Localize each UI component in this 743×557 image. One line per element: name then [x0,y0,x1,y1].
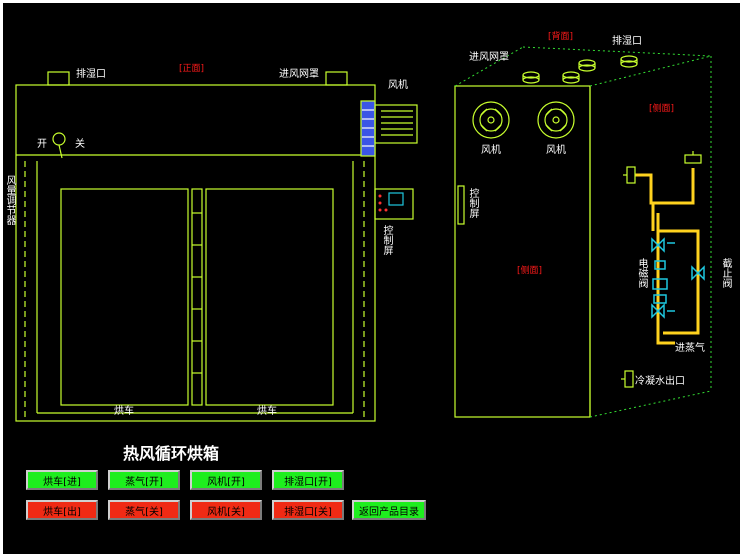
page-title: 热风循环烘箱 [123,444,220,463]
front-exhaust-label: 排湿口 [76,69,106,80]
solenoid-label: 电磁阀 [636,258,647,288]
side-control-strip [457,185,465,225]
side-fan-2 [537,101,575,139]
cart-left-frame [60,188,189,406]
fan-on-button[interactable]: 风机[开] [190,470,262,490]
damper-knob[interactable] [52,132,66,146]
cart-right-frame [205,188,334,406]
side-control-screen-label: 控制屏 [467,188,478,218]
steam-in-label: 进蒸气 [675,343,705,354]
cart-right-label: 烘车 [257,406,277,417]
front-view-label: [正面] [179,64,205,74]
back-view-label: [背面] [548,32,574,42]
side-air-inlet-label: 进风网罩 [469,52,509,63]
front-control-screen-label: 控制屏 [381,225,392,255]
steam-piping [635,168,700,345]
fan-off-button[interactable]: 风机[关] [190,500,262,520]
front-cabinet-outline [15,84,376,422]
exhaust-on-button[interactable]: 排湿口[开] [272,470,344,490]
front-air-inlet-label: 进风网罩 [279,69,319,80]
side-exhaust-label: 排湿口 [612,36,642,47]
damper-off-label: 关 [75,139,85,150]
cart-in-button[interactable]: 烘车[进] [26,470,98,490]
cart-out-button[interactable]: 烘车[出] [26,500,98,520]
steam-off-button[interactable]: 蒸气[关] [108,500,180,520]
side-fan-1 [472,101,510,139]
side-front-face [454,85,591,418]
steam-on-button[interactable]: 蒸气[开] [108,470,180,490]
side-fan1-label: 风机 [481,145,501,156]
side-fan2-label: 风机 [546,145,566,156]
stop-valve-label: 截止阀 [720,258,731,288]
front-fan-label: 风机 [388,80,408,91]
side-view-label-2: [侧面] [517,266,543,276]
side-view-label: [侧面] [649,104,675,114]
damper-label: 风量调节器 [4,175,15,225]
front-exhaust-port [47,71,70,86]
solenoid-valve[interactable] [651,237,675,319]
condensate-label: 冷凝水出口 [635,376,685,387]
front-air-inlet-port [325,71,348,86]
cart-left-label: 烘车 [114,406,134,417]
back-to-catalog-button[interactable]: 返回产品目录 [352,500,426,520]
exhaust-off-button[interactable]: 排湿口[关] [272,500,344,520]
hmi-screen: [正面] 排湿口 进风网罩 风机 开 关 风量调节器 控制屏 烘车 烘车 [背面… [3,3,740,554]
damper-on-label: 开 [37,139,47,150]
